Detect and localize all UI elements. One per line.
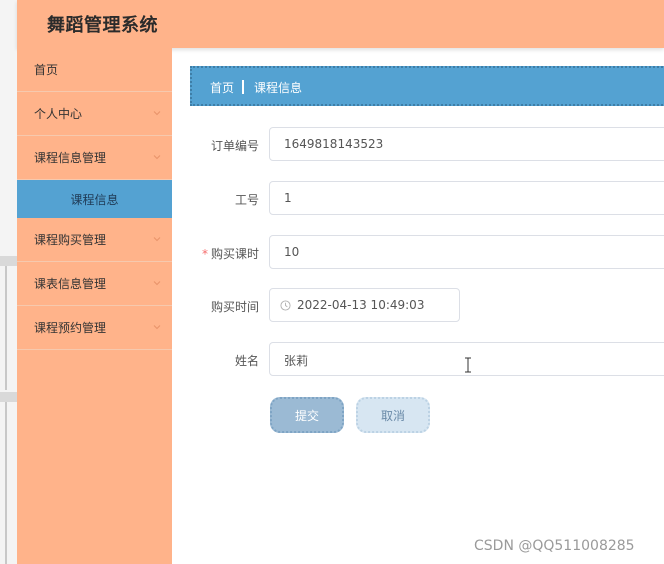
breadcrumb: 首页 课程信息	[190, 66, 664, 106]
purchase-time-picker[interactable]: 2022-04-13 10:49:03	[269, 288, 460, 322]
sidebar-item-home[interactable]: 首页	[17, 48, 172, 92]
sidebar-item-label: 课表信息管理	[34, 277, 107, 291]
text-cursor-icon	[465, 357, 471, 373]
gutter-marker	[0, 392, 17, 402]
hours-value: 10	[284, 245, 300, 259]
chevron-down-icon	[153, 325, 161, 330]
sidebar-item-booking-mgmt[interactable]: 课程预约管理	[17, 306, 172, 350]
chevron-down-icon	[153, 237, 161, 242]
sidebar-item-label: 首页	[34, 63, 59, 77]
staff-no-label: 工号	[234, 193, 259, 207]
sidebar-item-personal-center[interactable]: 个人中心	[17, 92, 172, 136]
sidebar-item-course-purchase-mgmt[interactable]: 课程购买管理	[17, 218, 172, 262]
gutter-line	[5, 402, 7, 564]
sidebar-item-label: 课程信息管理	[34, 151, 107, 165]
sidebar-subitem-course-info[interactable]: 课程信息	[17, 180, 172, 218]
clock-icon	[280, 300, 291, 311]
chevron-down-icon	[153, 155, 161, 160]
name-value: 张莉	[284, 354, 309, 368]
purchase-time-value: 2022-04-13 10:49:03	[297, 298, 425, 312]
hours-label-wrap: * 购买课时	[189, 245, 259, 262]
purchase-time-label: 购买时间	[210, 300, 259, 314]
order-no-field[interactable]: 1649818143523	[269, 127, 664, 161]
sidebar-item-label: 课程购买管理	[34, 233, 107, 247]
chevron-down-icon	[153, 281, 161, 286]
breadcrumb-home-link[interactable]: 首页	[210, 79, 234, 96]
submit-button[interactable]: 提交	[270, 397, 344, 433]
breadcrumb-separator	[242, 80, 244, 94]
sidebar-subitem-label: 课程信息	[70, 193, 119, 207]
hours-label: 购买课时	[210, 247, 259, 261]
staff-no-value: 1	[284, 191, 292, 205]
sidebar-item-schedule-mgmt[interactable]: 课表信息管理	[17, 262, 172, 306]
top-header: 舞蹈管理系统	[17, 0, 664, 48]
gutter-line	[5, 266, 7, 390]
name-label: 姓名	[234, 354, 259, 368]
order-no-label: 订单编号	[210, 139, 259, 153]
sidebar: 首页 个人中心 课程信息管理 课程信息 课程购买管理 课表信息管理 课程预约管理	[17, 48, 172, 564]
sidebar-item-label: 个人中心	[34, 107, 83, 121]
required-mark: *	[201, 247, 208, 261]
gutter-marker	[0, 256, 17, 266]
breadcrumb-current: 课程信息	[254, 81, 303, 95]
cancel-button[interactable]: 取消	[356, 397, 430, 433]
sidebar-item-label: 课程预约管理	[34, 321, 107, 335]
staff-no-field[interactable]: 1	[269, 181, 664, 215]
sidebar-item-course-info-mgmt[interactable]: 课程信息管理	[17, 136, 172, 180]
order-no-value: 1649818143523	[284, 137, 384, 151]
window-left-gutter	[0, 0, 17, 564]
app-title: 舞蹈管理系统	[47, 15, 158, 36]
watermark: CSDN @QQ511008285	[474, 538, 635, 554]
hours-field[interactable]: 10	[269, 235, 664, 269]
chevron-down-icon	[153, 111, 161, 116]
